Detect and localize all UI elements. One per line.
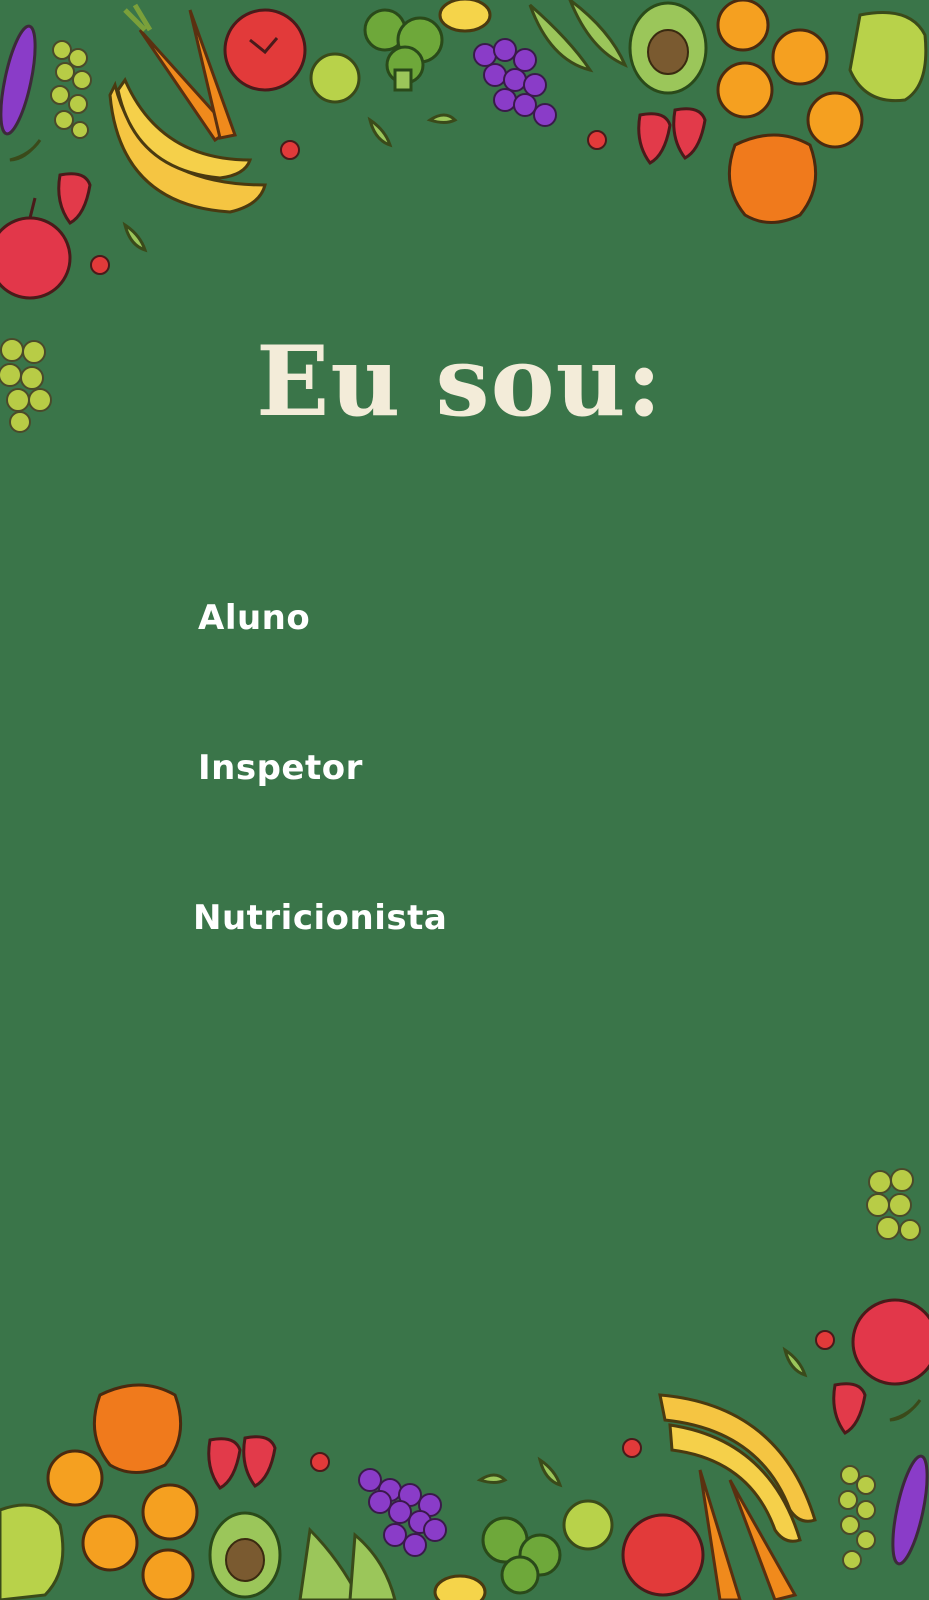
role-option-inspetor[interactable]: Inspetor	[198, 748, 363, 788]
eggplant-icon	[891, 1454, 929, 1566]
leaves-icon	[298, 1346, 922, 1600]
bell-pepper-icon	[92, 1383, 183, 1474]
lemon-icon	[433, 1574, 487, 1600]
tomato-icon	[223, 8, 307, 92]
role-option-nutricionista[interactable]: Nutricionista	[193, 898, 447, 938]
purple-grapes-icon	[358, 1468, 447, 1557]
bell-pepper-icon	[848, 11, 928, 103]
grapes-icon	[50, 40, 92, 139]
role-option-aluno[interactable]: Aluno	[198, 598, 310, 638]
strawberry-icon	[207, 1382, 867, 1490]
bell-pepper-icon	[727, 133, 818, 224]
apple-icon	[309, 52, 361, 104]
apple-icon	[0, 197, 72, 300]
orange-slice-icon	[716, 0, 864, 149]
banana-icon	[658, 1393, 817, 1543]
tomato-icon	[621, 1513, 705, 1597]
purple-grapes-icon	[473, 38, 557, 127]
apple-icon	[851, 1298, 929, 1386]
eggplant-icon	[0, 24, 37, 136]
orange-slice-icon	[46, 1449, 199, 1600]
grapes-icon	[866, 1168, 921, 1241]
grapes-icon	[838, 1465, 876, 1570]
carrot-icon	[698, 1469, 798, 1600]
leaves-icon	[9, 0, 628, 253]
avocado-icon	[208, 1511, 282, 1599]
broccoli-icon	[363, 8, 444, 92]
broccoli-icon	[481, 1516, 562, 1595]
apple-icon	[562, 1499, 614, 1551]
page-title: Eu sou:	[256, 325, 663, 438]
lemon-icon	[438, 0, 492, 33]
avocado-icon	[628, 1, 708, 95]
bell-pepper-icon	[0, 1503, 65, 1600]
